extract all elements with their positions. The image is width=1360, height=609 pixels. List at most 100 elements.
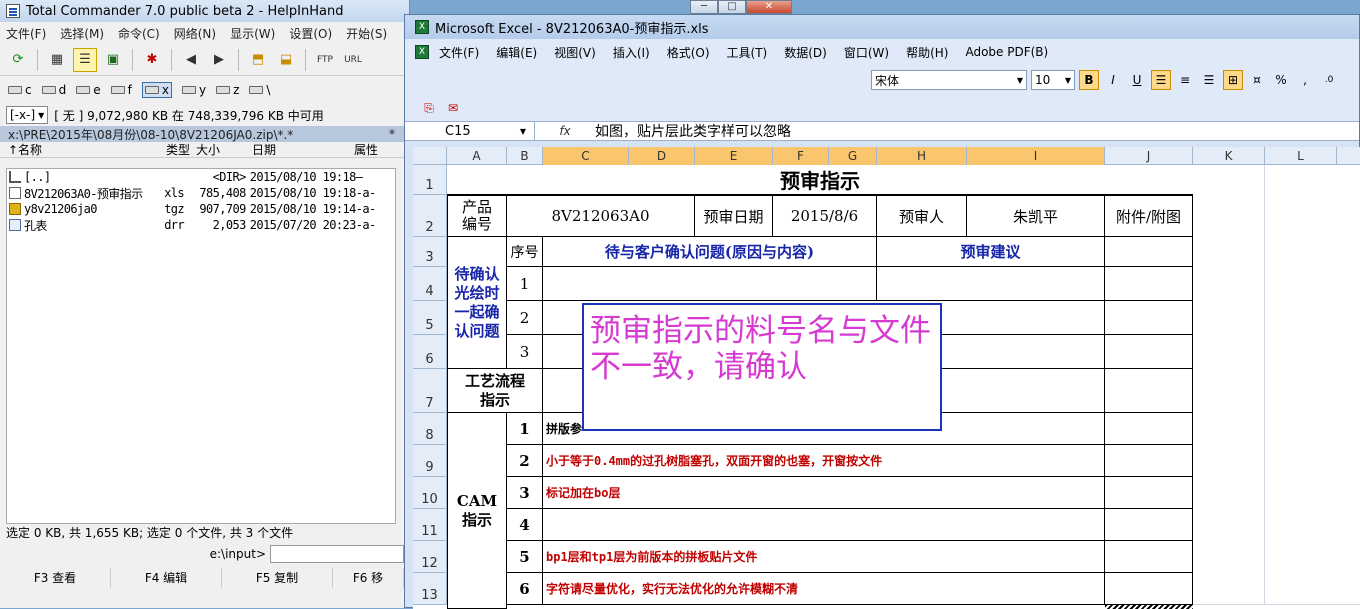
increase-decimal-icon[interactable]: .0 [1319,70,1339,90]
merge-center-icon[interactable]: ⊞ [1223,70,1243,90]
attachment-cell[interactable] [1105,541,1193,573]
italic-button[interactable]: I [1103,70,1123,90]
drive-f-button[interactable]: f [110,83,132,97]
issues-header[interactable]: 待与客户确认问题(原因与内容) [543,237,877,267]
col-header-g[interactable]: G [829,147,877,165]
command-input[interactable] [270,545,404,563]
fx-icon[interactable]: fx [535,124,595,138]
tc-menu-start[interactable]: 开始(S) [346,25,387,42]
col-header-c[interactable]: C [543,147,629,165]
row-header[interactable]: 7 [413,369,447,413]
excel-menu-tools[interactable]: 工具(T) [727,44,768,61]
excel-menu-data[interactable]: 数据(D) [784,44,827,61]
suggestion-header[interactable]: 预审建议 [877,237,1105,267]
row-header[interactable]: 13 [413,573,447,605]
suggestion-cell[interactable] [877,267,1105,301]
align-right-icon[interactable]: ☰ [1199,70,1219,90]
name-box[interactable]: C15 ▼ [405,122,535,140]
tc-menu-view[interactable]: 显示(W) [230,25,275,42]
currency-icon[interactable]: ¤ [1247,70,1267,90]
drive-c-button[interactable]: c [8,83,32,97]
attachment-cell[interactable] [1105,445,1193,477]
pdf-email-icon[interactable]: ✉ [443,98,463,118]
attachment-cell[interactable] [1105,573,1193,605]
excel-titlebar[interactable]: X Microsoft Excel - 8V212063A0-预审指示.xls [405,15,1359,39]
cam-instruction[interactable]: bp1层和tp1层为前版本的拼板贴片文件 [543,541,1105,573]
cam-seq[interactable]: 2 [507,445,543,477]
row-header[interactable]: 4 [413,267,447,301]
attachment-cell[interactable] [1105,509,1193,541]
row-header[interactable]: 5 [413,301,447,335]
cam-seq[interactable]: 5 [507,541,543,573]
excel-menu-help[interactable]: 帮助(H) [906,44,948,61]
row-header[interactable]: 8 [413,413,447,445]
drive-z-button[interactable]: z [216,83,239,97]
col-header-j[interactable]: J [1105,147,1193,165]
invert-selection-icon[interactable]: ✱ [140,48,164,72]
seq-label[interactable]: 序号 [507,237,543,267]
tc-menu-settings[interactable]: 设置(O) [289,25,332,42]
file-row[interactable]: 8V212063A0-预审指示 xls 785,408 2015/08/10 1… [7,185,395,201]
row-header[interactable]: 12 [413,541,447,573]
cam-seq[interactable]: 3 [507,477,543,509]
issue-cell[interactable] [543,267,877,301]
row-header[interactable]: 2 [413,195,447,237]
pack-icon[interactable]: ⬒ [246,48,270,72]
drive-y-button[interactable]: y [181,83,206,97]
cam-label[interactable]: CAM 指示 [447,413,507,609]
minimize-button[interactable]: ─ [690,0,718,14]
f3-view-button[interactable]: F3 查看 [0,568,111,588]
unpack-icon[interactable]: ⬓ [274,48,298,72]
cam-instruction[interactable] [543,509,1105,541]
row-header[interactable]: 3 [413,237,447,267]
drive-d-button[interactable]: d [41,83,66,97]
list-view-icon[interactable]: ☰ [73,47,97,72]
bold-button[interactable]: B [1079,70,1099,90]
excel-menu-edit[interactable]: 编辑(E) [496,44,537,61]
attachment-cell[interactable] [1105,413,1193,445]
network-root-button[interactable]: \ [249,83,270,97]
tc-titlebar[interactable]: Total Commander 7.0 public beta 2 - Help… [0,0,409,22]
seq-2[interactable]: 2 [507,301,543,335]
product-number[interactable]: 8V212063A0 [507,195,695,237]
cam-seq[interactable]: 4 [507,509,543,541]
col-header-h[interactable]: H [877,147,967,165]
workbook-icon[interactable]: X [415,45,429,59]
close-button[interactable]: ✕ [746,0,792,14]
cam-instruction[interactable]: 标记加在bo层 [543,477,1105,509]
back-arrow-icon[interactable]: ◀ [179,48,203,72]
attachment-cell[interactable] [1105,335,1193,369]
maximize-button[interactable]: □ [718,0,746,14]
excel-menu-view[interactable]: 视图(V) [554,44,596,61]
pending-issues-label[interactable]: 待确认 光绘时 一起确 认问题 [447,237,507,369]
formula-input[interactable]: 如图，贴片层此类字样可以忽略 [595,121,791,141]
comma-style-icon[interactable]: , [1295,70,1315,90]
comment-textbox[interactable]: 预审指示的料号名与文件不一致，请确认 [582,303,942,431]
underline-button[interactable]: U [1127,70,1147,90]
row-header[interactable]: 11 [413,509,447,541]
col-header-b[interactable]: B [507,147,543,165]
forward-arrow-icon[interactable]: ▶ [207,48,231,72]
attachment-cell[interactable] [1105,267,1193,301]
convert-to-pdf-icon[interactable]: ⎘ [419,98,439,118]
file-row[interactable]: y8v21206ja0 tgz 907,709 2015/08/10 19:14… [7,201,395,217]
col-header-e[interactable]: E [695,147,773,165]
tc-menu-file[interactable]: 文件(F) [6,25,46,42]
excel-menu-insert[interactable]: 插入(I) [613,44,650,61]
process-label[interactable]: 工艺流程 指示 [447,369,543,413]
row-header[interactable]: 6 [413,335,447,369]
reviewer-name[interactable]: 朱凯平 [967,195,1105,237]
cam-instruction[interactable]: 字符请尽量优化，实行无法优化的允许模糊不清 [543,573,1105,605]
cam-seq[interactable]: 1 [507,413,543,445]
review-date-label[interactable]: 预审日期 [695,195,773,237]
col-header-l[interactable]: L [1265,147,1337,165]
align-left-icon[interactable]: ☰ [1151,70,1171,90]
row-header[interactable]: 9 [413,445,447,477]
attachment-cell[interactable] [1105,369,1193,413]
thumbnail-view-icon[interactable]: ▣ [101,48,125,72]
f4-edit-button[interactable]: F4 编辑 [111,568,222,588]
product-label[interactable]: 产品 编号 [447,195,507,237]
col-attr[interactable]: 属性 [354,141,378,158]
col-name[interactable]: ↑名称 [8,141,166,158]
select-all-corner[interactable] [413,147,447,165]
